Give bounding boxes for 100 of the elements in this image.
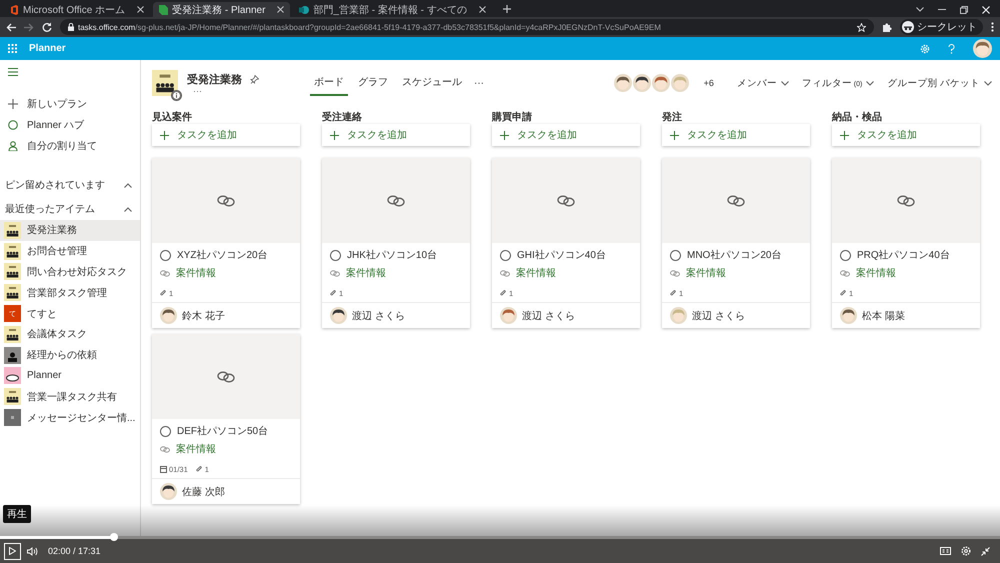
assignee-name: 鈴木 花子 (182, 310, 225, 322)
incognito-button[interactable]: シークレット (900, 19, 983, 35)
plus-icon (330, 130, 339, 140)
nav-item[interactable]: 新しいプラン (0, 93, 140, 114)
menu-icon[interactable] (8, 68, 18, 76)
info-icon[interactable] (171, 90, 182, 101)
complete-checkbox[interactable] (330, 250, 341, 260)
section-header[interactable]: 最近使ったアイテム (0, 198, 140, 220)
avatar-icon (840, 307, 857, 324)
bucket-title: 納品・検品 (832, 110, 883, 124)
bucket-title: 見込案件 (152, 110, 193, 124)
complete-checkbox[interactable] (670, 250, 681, 260)
browser-tab[interactable]: 受発注業務 - Planner (153, 2, 290, 17)
planner-icon (159, 4, 168, 14)
recent-plan-item[interactable]: 問い合わせ対応タスク (0, 262, 140, 282)
browser-tab[interactable]: Microsoft Office ホーム (4, 2, 150, 17)
group-by-button[interactable]: グループ別 バケット (887, 76, 992, 90)
volume-icon[interactable] (27, 546, 38, 556)
add-task-button[interactable]: タスクを追加 (322, 124, 470, 146)
office-icon (10, 4, 19, 14)
chevron-down-icon (984, 80, 992, 86)
link-label[interactable]: 案件情報 (176, 442, 216, 456)
browser-tab[interactable]: 部門_営業部 - 案件情報 - すべての (293, 2, 492, 17)
forward-icon[interactable] (24, 22, 34, 32)
more-icon[interactable] (991, 22, 994, 32)
plus-icon (8, 98, 18, 108)
link-icon (160, 270, 170, 276)
close-icon[interactable] (277, 6, 284, 13)
recent-plan-item[interactable]: お問合せ管理 (0, 240, 140, 262)
avatar-icon (500, 307, 517, 324)
plus-icon (160, 130, 169, 140)
link-icon (670, 270, 680, 276)
link-label[interactable]: 案件情報 (516, 266, 556, 280)
view-tab[interactable]: スケジュール (398, 70, 466, 96)
pin-icon[interactable] (250, 74, 259, 84)
exit-fullscreen-icon[interactable] (981, 546, 990, 556)
add-task-button[interactable]: タスクを追加 (152, 124, 300, 146)
link-label[interactable]: 案件情報 (686, 266, 726, 280)
close-icon[interactable] (478, 6, 486, 13)
recent-plan-item[interactable]: Planner (0, 366, 140, 386)
recent-plan-item[interactable]: メッセージセンター情... (0, 407, 140, 428)
avatar-icon (670, 307, 687, 324)
view-tab[interactable]: ボード (310, 70, 348, 96)
paperclip-icon (500, 290, 507, 297)
section-header[interactable]: ピン留めされています (0, 174, 140, 196)
settings-icon[interactable] (961, 546, 971, 556)
view-tab[interactable]: グラフ (354, 70, 392, 96)
recent-plan-item[interactable]: 受発注業務 (0, 220, 140, 241)
link-label[interactable]: 案件情報 (346, 266, 386, 280)
play-icon (9, 547, 16, 555)
nav-item[interactable]: 自分の割り当て (0, 135, 140, 156)
link-icon (897, 194, 915, 206)
recent-plan-item[interactable]: 会議体タスク (0, 324, 140, 345)
complete-checkbox[interactable] (160, 250, 171, 260)
add-task-button[interactable]: タスクを追加 (832, 124, 980, 146)
puzzle-icon[interactable] (882, 22, 892, 32)
group-thumbnail-icon (4, 326, 21, 343)
restore-icon[interactable] (960, 6, 968, 14)
app-launcher-icon[interactable] (8, 44, 17, 53)
complete-checkbox[interactable] (500, 250, 511, 260)
help-icon[interactable] (948, 44, 955, 54)
paperclip-icon (160, 290, 167, 297)
minimize-icon[interactable] (938, 8, 946, 10)
link-icon (840, 270, 850, 276)
add-task-button[interactable]: タスクを追加 (662, 124, 810, 146)
captions-icon[interactable] (940, 547, 951, 555)
more-button[interactable]: ··· (193, 86, 295, 94)
star-icon[interactable] (857, 22, 866, 32)
member-avatar (670, 74, 689, 92)
close-icon[interactable] (137, 6, 144, 13)
nav-item[interactable]: Planner ハブ (0, 114, 140, 135)
address-field[interactable]: tasks.office.com/sg-plus.net/ja-JP/Home/Planner/#/plantaskboard?groupId=2ae66841-5f19-4179-a377-db53c78351f5&planId=y4caRPxJ0EGNzDnT-VcSuPoAE9EM (60, 19, 874, 35)
chevron-down-icon[interactable] (916, 7, 924, 12)
recent-plan-item[interactable]: 営業一課タスク共有 (0, 386, 140, 408)
recent-plan-item[interactable]: 営業部タスク管理 (0, 282, 140, 304)
play-button[interactable] (4, 542, 21, 560)
task-title: GHI社パソコン40台 (517, 248, 606, 262)
complete-checkbox[interactable] (840, 250, 851, 260)
bucket-title: 購買申請 (492, 110, 533, 124)
complete-checkbox[interactable] (160, 426, 171, 436)
circle-icon (8, 120, 18, 130)
link-label[interactable]: 案件情報 (176, 266, 216, 280)
avatar-icon (160, 483, 177, 500)
paperclip-icon (840, 290, 847, 297)
link-label[interactable]: 案件情報 (856, 266, 896, 280)
task-title: JHK社パソコン10台 (347, 248, 438, 262)
extra-members-count[interactable]: +6 (704, 78, 714, 88)
plus-icon (670, 130, 679, 140)
paperclip-icon (196, 466, 203, 473)
plan-thumbnail-icon (4, 409, 21, 426)
new-tab-icon[interactable] (502, 5, 511, 13)
bucket-title: 受注連絡 (322, 110, 363, 124)
members-button[interactable]: メンバー (736, 76, 789, 90)
back-icon[interactable] (6, 22, 16, 32)
reload-icon[interactable] (42, 22, 52, 32)
add-task-button[interactable]: タスクを追加 (492, 124, 640, 146)
more-tabs-button[interactable]: ··· (472, 78, 486, 88)
progress-handle[interactable] (110, 533, 118, 541)
task-title: XYZ社パソコン20台 (177, 248, 268, 262)
recent-plan-item[interactable]: 経理からの依頼 (0, 344, 140, 366)
